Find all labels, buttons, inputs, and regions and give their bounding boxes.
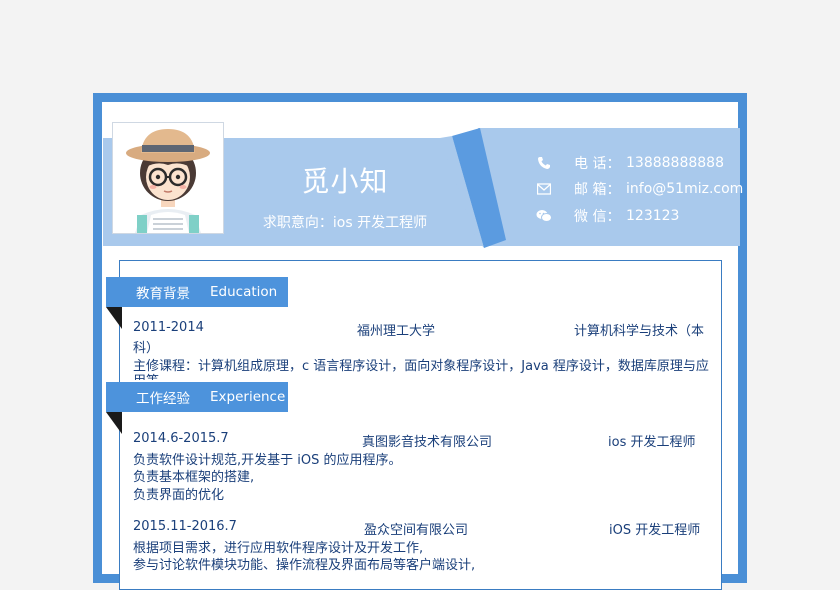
education-major: 计算机科学与技术（本 xyxy=(574,324,705,339)
job-role: iOS 开发工程师 xyxy=(609,523,701,538)
contact-value: 123123 xyxy=(626,208,680,224)
section-title-cn: 教育背景 xyxy=(136,286,190,302)
contact-email: 邮 箱： info@51miz.com xyxy=(536,180,743,198)
mail-icon xyxy=(536,181,552,197)
section-tab-education: 教育背景 Education xyxy=(106,277,288,307)
job-duty: 参与讨论软件模块功能、操作流程及界面布局等客户端设计, xyxy=(133,558,476,573)
section-title-en: Experience xyxy=(210,389,286,405)
job-company: 盈众空间有限公司 xyxy=(364,523,469,538)
avatar xyxy=(112,122,224,234)
education-period: 2011-2014 xyxy=(133,320,204,335)
contact-value: 13888888888 xyxy=(626,155,724,171)
job-period: 2015.11-2016.7 xyxy=(133,519,237,534)
wechat-icon xyxy=(536,208,552,224)
job-role: ios 开发工程师 xyxy=(608,435,696,450)
education-courses-tail: 用等 xyxy=(133,372,193,380)
candidate-name: 觅小知 xyxy=(301,165,389,198)
avatar-illustration xyxy=(113,123,223,233)
section-title-en: Education xyxy=(210,284,278,300)
phone-icon xyxy=(536,155,552,171)
contact-label: 微 信： xyxy=(574,209,621,225)
job-duty: 负责界面的优化 xyxy=(133,488,225,503)
job-period: 2014.6-2015.7 xyxy=(133,431,229,446)
education-major-cont: 科） xyxy=(133,341,160,356)
contact-value: info@51miz.com xyxy=(626,181,744,197)
section-tab-experience: 工作经验 Experience xyxy=(106,382,288,412)
section-fold-icon xyxy=(106,307,122,329)
education-school: 福州理工大学 xyxy=(357,324,436,339)
contact-label: 邮 箱： xyxy=(574,182,621,198)
job-duty: 负责基本框架的搭建, xyxy=(133,470,255,485)
contact-wechat: 微 信： 123123 xyxy=(536,207,679,225)
section-fold-icon xyxy=(106,412,122,434)
header-ribbon-fold xyxy=(440,128,506,248)
education-courses: 主修课程：计算机组成原理，c 语言程序设计，面向对象程序设计，Java 程序设计… xyxy=(133,359,709,374)
contact-phone: 电 话： 13888888888 xyxy=(536,154,724,172)
job-company: 真图影音技术有限公司 xyxy=(362,435,493,450)
education-courses-overflow: 用等 xyxy=(133,372,193,380)
job-intent: 求职意向：ios 开发工程师 xyxy=(262,215,428,231)
section-title-cn: 工作经验 xyxy=(136,391,190,407)
contact-label: 电 话： xyxy=(574,156,621,172)
